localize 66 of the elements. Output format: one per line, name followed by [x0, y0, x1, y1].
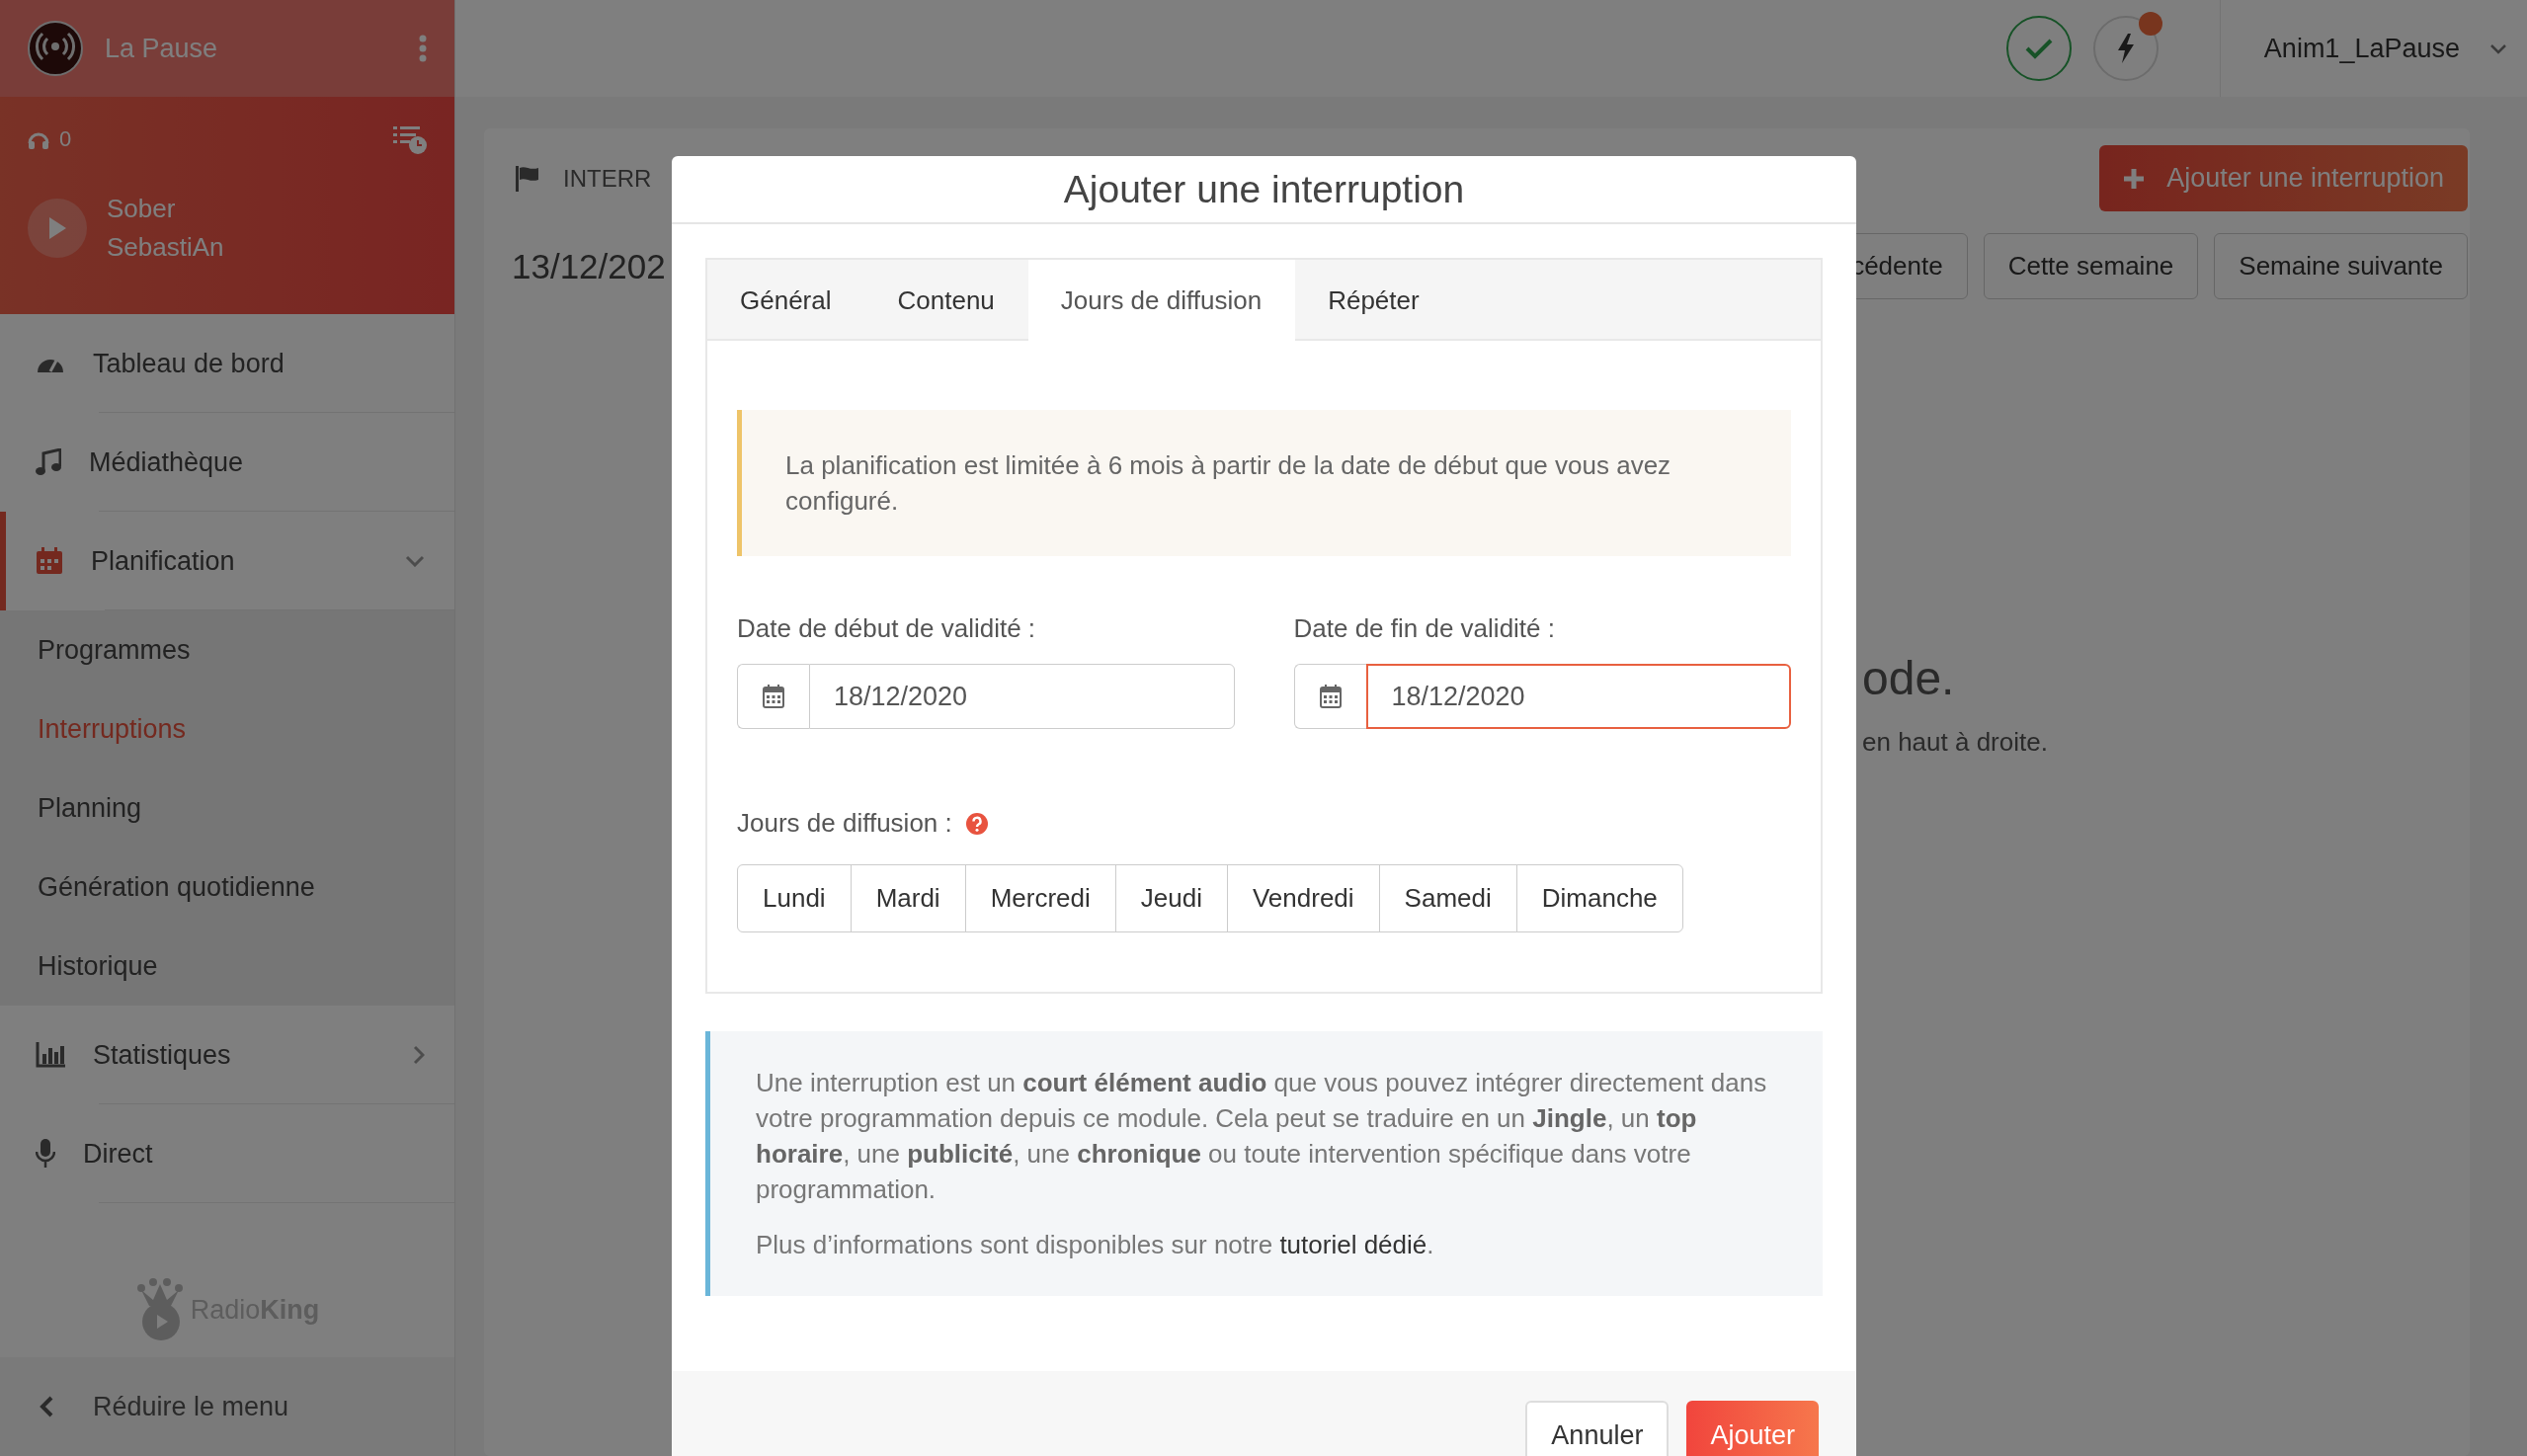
- status-button[interactable]: [2005, 16, 2072, 81]
- tab[interactable]: Répéter: [1295, 260, 1453, 341]
- empty-hint: en haut à droite.: [1862, 727, 2049, 758]
- day-toggle[interactable]: Mercredi: [964, 864, 1116, 932]
- nav-item[interactable]: Statistiques: [0, 1006, 454, 1104]
- submenu-item[interactable]: Historique: [0, 927, 454, 1006]
- chevron-down-icon: [2489, 42, 2507, 54]
- date-field[interactable]: 18/12/2020: [1365, 664, 1791, 729]
- kebab-menu-icon[interactable]: [419, 35, 427, 62]
- date-heading: 13/12/202: [512, 246, 666, 286]
- bar-chart-icon: [36, 1042, 65, 1068]
- add-interruption-button[interactable]: Ajouter une interruption: [2099, 145, 2468, 211]
- track-title: Sober: [107, 194, 177, 224]
- listener-count: 0: [59, 126, 72, 152]
- play-icon: [47, 216, 67, 240]
- field-label: Date de fin de validité :: [1293, 613, 1556, 644]
- nav-item[interactable]: Tableau de bord: [0, 314, 454, 413]
- nav-item[interactable]: Direct: [0, 1104, 454, 1203]
- microphone-icon: [36, 1139, 55, 1169]
- submenu-item[interactable]: Interruptions: [0, 689, 454, 768]
- warning-notice: La planification est limitée à 6 mois à partir de la date de début que vous avez configuré.: [737, 410, 1791, 556]
- lightning-icon: [2115, 34, 2136, 63]
- radio-logo-icon: [28, 21, 83, 76]
- cancel-button[interactable]: Annuler: [1525, 1401, 1670, 1456]
- submenu-item[interactable]: Planning: [0, 768, 454, 848]
- day-toggle[interactable]: Lundi: [737, 864, 852, 932]
- nav-item[interactable]: Médiathèque: [0, 413, 454, 512]
- calendar-icon: [36, 547, 63, 575]
- day-toggle[interactable]: Jeudi: [1114, 864, 1228, 932]
- crown-disc-icon: [134, 1278, 185, 1341]
- chevron-down-icon: [405, 555, 425, 567]
- day-toggle[interactable]: Mardi: [850, 864, 966, 932]
- date-field[interactable]: 18/12/2020: [809, 664, 1235, 729]
- playlist-clock-icon[interactable]: [393, 124, 427, 154]
- help-icon[interactable]: [965, 812, 988, 835]
- day-toggle[interactable]: Dimanche: [1515, 864, 1683, 932]
- modal-title: Ajouter une interruption: [672, 156, 1856, 224]
- music-note-icon: [36, 448, 61, 476]
- station-name: La Pause: [105, 33, 219, 64]
- field-label: Date de début de validité :: [737, 613, 1037, 644]
- collapse-menu-link[interactable]: Réduire le menu: [93, 1391, 289, 1422]
- submenu-item[interactable]: Génération quotidienne: [0, 848, 454, 927]
- track-artist: SebastiAn: [107, 232, 224, 263]
- empty-title: ode.: [1862, 651, 1956, 705]
- tab[interactable]: Jours de diffusion: [1027, 260, 1296, 341]
- chevron-left-icon: [40, 1396, 53, 1417]
- days-label: Jours de diffusion :: [737, 808, 952, 839]
- checkmark-icon: [2024, 38, 2053, 59]
- tutorial-link[interactable]: tutoriel dédié: [1279, 1230, 1427, 1259]
- chevron-right-icon: [413, 1045, 425, 1065]
- flag-icon: [516, 165, 539, 192]
- calendar-icon: [763, 685, 784, 708]
- user-name[interactable]: Anim1_LaPause: [2263, 33, 2460, 64]
- tab[interactable]: Contenu: [864, 260, 1028, 341]
- plus-icon: [2123, 167, 2146, 190]
- week-button[interactable]: Semaine suivante: [2214, 233, 2468, 299]
- day-toggle[interactable]: Vendredi: [1226, 864, 1380, 932]
- day-toggle[interactable]: Samedi: [1378, 864, 1517, 932]
- submenu-item[interactable]: Programmes: [0, 610, 454, 689]
- add-button[interactable]: Ajouter: [1686, 1401, 1819, 1456]
- info-paragraph: Une interruption est un court élément audio que vous pouvez intégrer directement dans votre programmation depuis ce module. Cela peut se traduire en un Jingle, un top horaire, une publicité, une chronique ou toute intervention spécifique dans votre programmation.: [756, 1067, 1768, 1206]
- tab[interactable]: Général: [707, 260, 865, 341]
- calendar-icon: [1319, 685, 1342, 708]
- week-button[interactable]: Cette semaine: [1983, 233, 2199, 299]
- section-title: INTERR: [563, 164, 652, 193]
- info-paragraph: Plus d’informations sont disponibles sur notre tutoriel dédié.: [756, 1229, 1435, 1261]
